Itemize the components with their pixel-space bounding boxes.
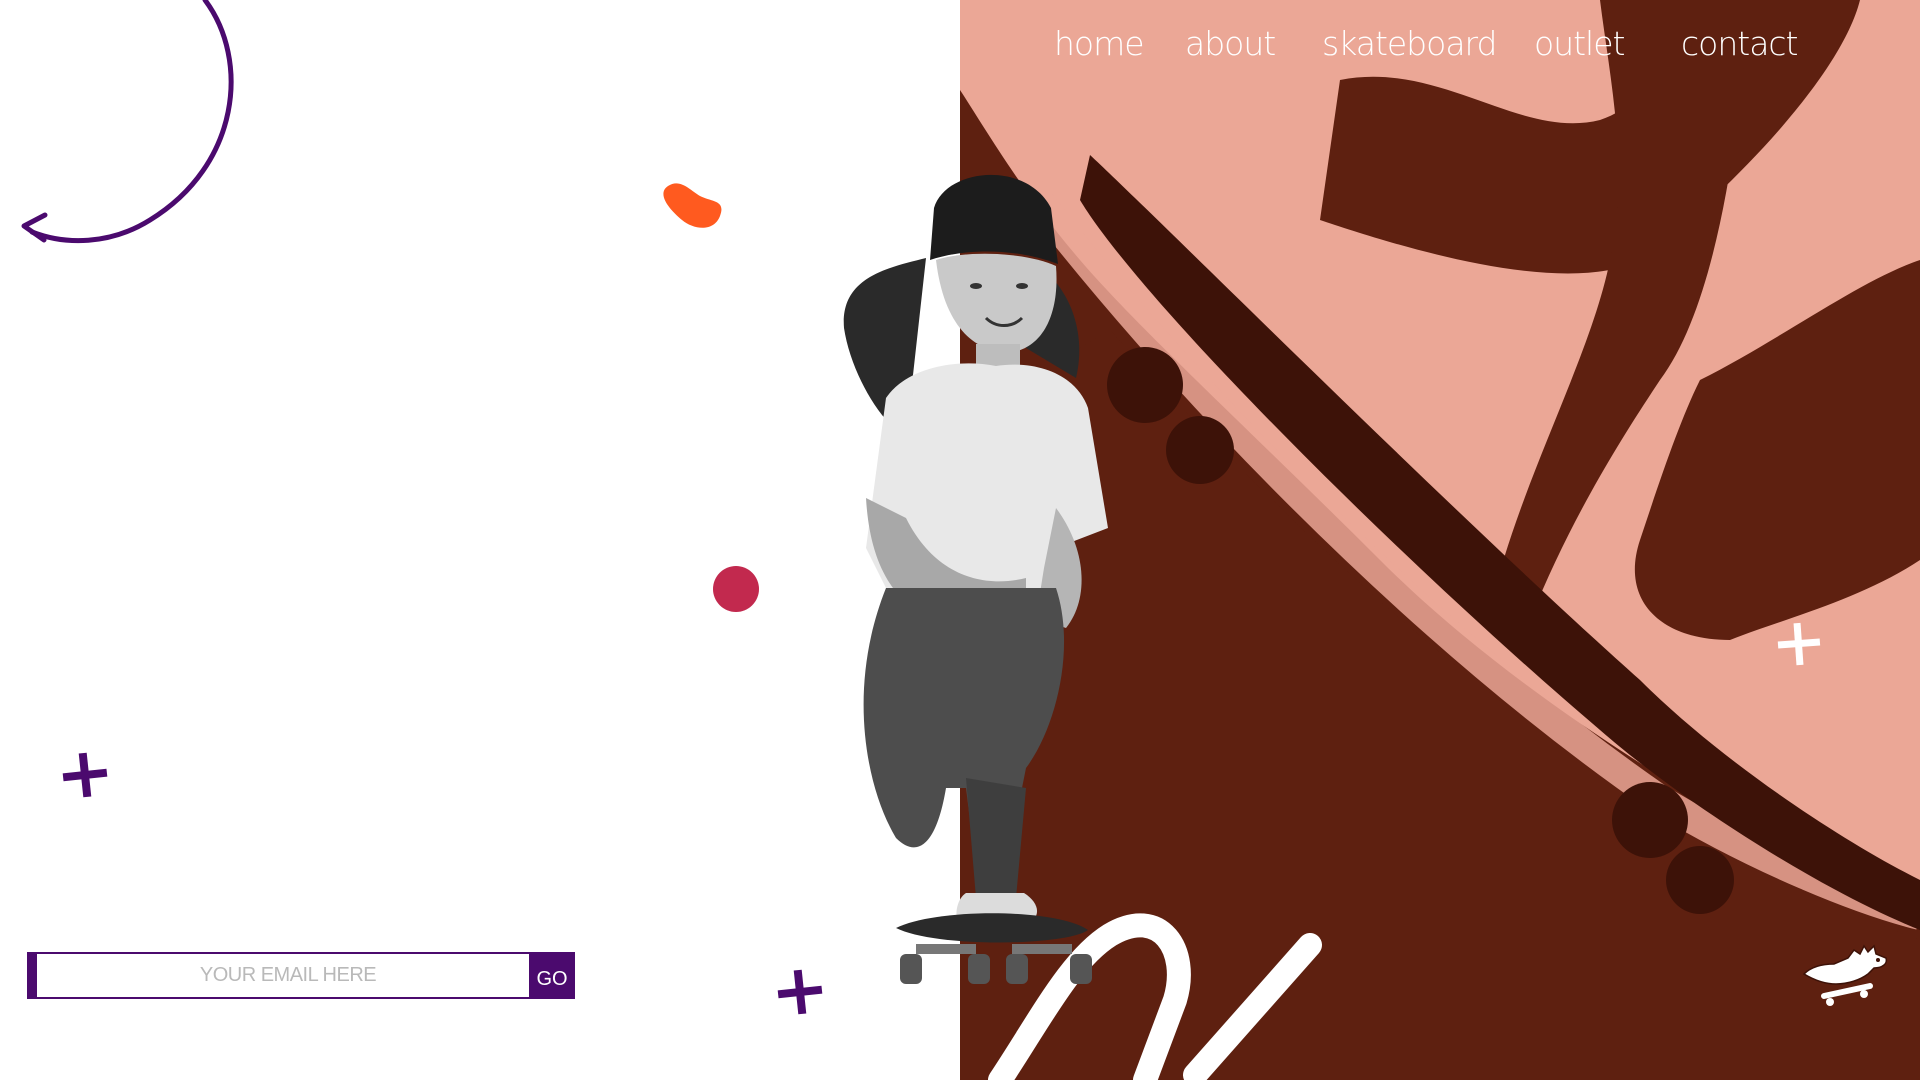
- email-input-frame: [27, 952, 541, 999]
- skater-photo-cutout: [843, 174, 1108, 984]
- go-button[interactable]: GO: [529, 952, 575, 999]
- curved-arrow-icon: [21, 0, 234, 244]
- nav-link-about[interactable]: about: [1185, 24, 1276, 63]
- dinosaur-skateboard-logo[interactable]: [1798, 940, 1890, 1008]
- newsletter-form: GO: [27, 952, 575, 999]
- plus-icon: [62, 752, 108, 798]
- plus-icon: [1777, 622, 1821, 666]
- nav-link-contact[interactable]: contact: [1681, 24, 1798, 63]
- crimson-dot-shape: [713, 566, 759, 612]
- email-input[interactable]: [37, 954, 539, 997]
- orange-blob-shape: [663, 183, 722, 228]
- nav-link-home[interactable]: home: [1054, 24, 1145, 63]
- nav-link-skateboard[interactable]: skateboard: [1322, 24, 1497, 63]
- nav-link-outlet[interactable]: outlet: [1534, 24, 1625, 63]
- plus-icon: [777, 969, 823, 1015]
